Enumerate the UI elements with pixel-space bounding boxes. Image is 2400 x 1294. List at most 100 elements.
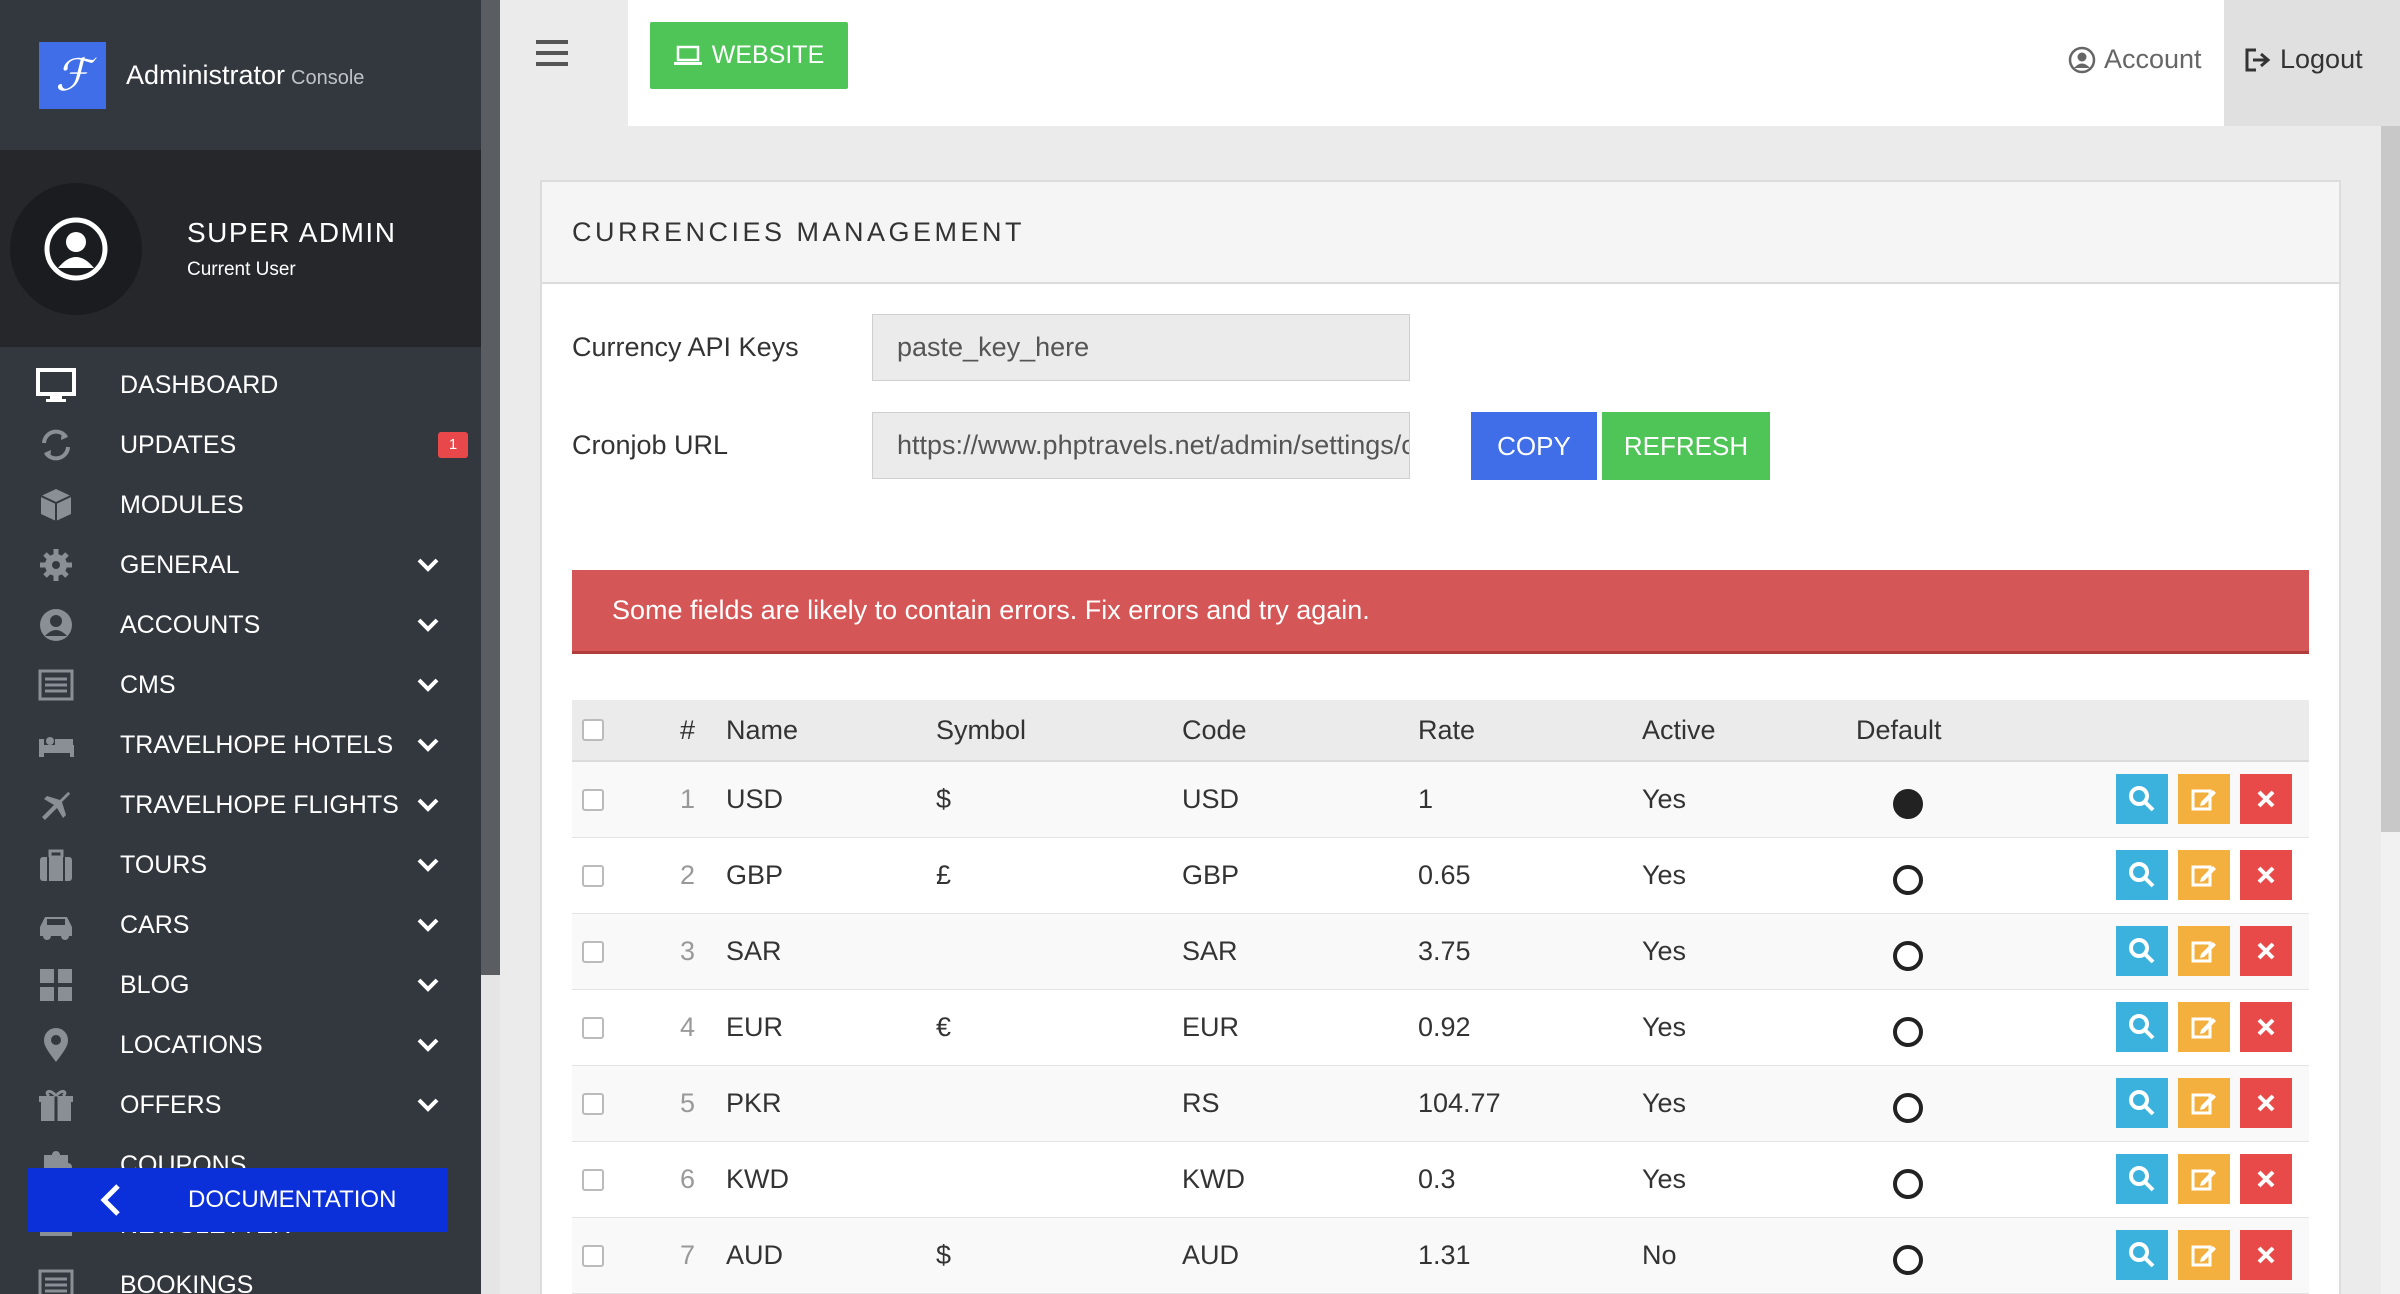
header-symbol[interactable]: Symbol (936, 700, 1026, 760)
sidebar-item-blog[interactable]: BLOG (0, 955, 481, 1015)
cronjob-url-input[interactable] (872, 412, 1410, 479)
view-button[interactable] (2116, 774, 2168, 824)
sidebar-item-locations[interactable]: LOCATIONS (0, 1015, 481, 1075)
edit-button[interactable] (2178, 1230, 2230, 1280)
default-radio[interactable] (1893, 864, 1923, 895)
default-radio[interactable] (1893, 1168, 1923, 1199)
row-default-cell (1893, 838, 1923, 913)
sidebar-scrollbar[interactable] (481, 0, 500, 1294)
edit-button[interactable] (2178, 774, 2230, 824)
sidebar-item-dashboard[interactable]: DASHBOARD (0, 355, 481, 415)
edit-button[interactable] (2178, 1154, 2230, 1204)
view-button[interactable] (2116, 926, 2168, 976)
view-button[interactable] (2116, 1078, 2168, 1128)
sidebar-item-general[interactable]: GENERAL (0, 535, 481, 595)
row-checkbox[interactable] (582, 1244, 604, 1267)
brand-logo[interactable]: ℱ (39, 41, 106, 109)
view-button[interactable] (2116, 1230, 2168, 1280)
delete-button[interactable] (2240, 1154, 2292, 1204)
sidebar-scrollbar-thumb[interactable] (481, 0, 500, 975)
api-keys-input[interactable] (872, 314, 1410, 381)
sidebar-item-updates[interactable]: UPDATES 1 (0, 415, 481, 475)
default-radio[interactable] (1893, 940, 1923, 971)
row-select-cell (582, 1142, 604, 1217)
edit-button[interactable] (2178, 850, 2230, 900)
header-active[interactable]: Active (1642, 700, 1716, 760)
sidebar-item-label: GENERAL (120, 550, 240, 579)
logout-label: Logout (2280, 44, 2363, 74)
documentation-button[interactable]: DOCUMENTATION (28, 1168, 448, 1232)
sidebar-item-tours[interactable]: TOURS (0, 835, 481, 895)
sidebar-item-modules[interactable]: MODULES (0, 475, 481, 535)
row-rate: 1.31 (1418, 1240, 1471, 1270)
row-active: Yes (1642, 860, 1687, 890)
edit-button[interactable] (2178, 1078, 2230, 1128)
table-row: 4 EUR € EUR 0.92 Yes (572, 990, 2309, 1066)
close-icon (2257, 942, 2275, 960)
row-code: EUR (1182, 1012, 1240, 1042)
header-code[interactable]: Code (1182, 700, 1247, 760)
sidebar-item-accounts[interactable]: ACCOUNTS (0, 595, 481, 655)
header-rate[interactable]: Rate (1418, 700, 1475, 760)
row-default-cell (1893, 914, 1923, 989)
row-checkbox[interactable] (582, 1168, 604, 1191)
delete-button[interactable] (2240, 926, 2292, 976)
row-checkbox[interactable] (582, 788, 604, 811)
header-default[interactable]: Default (1856, 700, 1942, 760)
avatar[interactable] (10, 182, 142, 315)
logout-link[interactable]: Logout (2244, 44, 2363, 75)
documentation-label: DOCUMENTATION (188, 1186, 397, 1213)
edit-button[interactable] (2178, 1002, 2230, 1052)
sidebar-item-label: DASHBOARD (120, 370, 279, 399)
default-radio[interactable] (1893, 1016, 1923, 1047)
close-icon (2257, 866, 2275, 884)
edit-icon (2191, 1093, 2216, 1115)
edit-button[interactable] (2178, 926, 2230, 976)
suitcase-icon (40, 849, 72, 881)
delete-button[interactable] (2240, 1078, 2292, 1128)
sidebar-item-offers[interactable]: OFFERS (0, 1075, 481, 1135)
sidebar-item-label: UPDATES (120, 430, 237, 459)
website-label: WEBSITE (711, 41, 825, 69)
row-checkbox[interactable] (582, 864, 604, 887)
delete-button[interactable] (2240, 850, 2292, 900)
row-select-cell (582, 838, 604, 913)
select-all-checkbox[interactable] (582, 719, 604, 741)
account-link[interactable]: Account (2068, 44, 2202, 75)
sidebar-item-cars[interactable]: CARS (0, 895, 481, 955)
refresh-button[interactable]: REFRESH (1602, 412, 1770, 480)
row-checkbox[interactable] (582, 1092, 604, 1115)
view-button[interactable] (2116, 850, 2168, 900)
view-button[interactable] (2116, 1154, 2168, 1204)
row-checkbox[interactable] (582, 940, 604, 963)
sidebar-item-bookings[interactable]: BOOKINGS (0, 1255, 481, 1294)
gear-icon (40, 549, 72, 581)
sidebar-item-travelhope-flights[interactable]: TRAVELHOPE FLIGHTS (0, 775, 481, 835)
delete-button[interactable] (2240, 1230, 2292, 1280)
row-select-cell (582, 1066, 604, 1141)
currencies-table: # Name Symbol Code Rate Active Default 1… (572, 700, 2309, 1294)
header-name[interactable]: Name (726, 700, 798, 760)
row-name: SAR (726, 936, 782, 966)
delete-button[interactable] (2240, 1002, 2292, 1052)
default-radio[interactable] (1893, 1244, 1923, 1275)
row-code: GBP (1182, 860, 1240, 890)
edit-icon (2191, 941, 2216, 963)
row-num: 3 (680, 936, 696, 966)
page-scrollbar[interactable] (2381, 126, 2400, 1294)
row-name: KWD (726, 1164, 789, 1194)
default-radio[interactable] (1893, 788, 1923, 819)
row-checkbox[interactable] (582, 1016, 604, 1039)
default-radio[interactable] (1893, 1092, 1923, 1123)
sidebar-item-cms[interactable]: CMS (0, 655, 481, 715)
sidebar-item-label: TRAVELHOPE FLIGHTS (120, 790, 399, 819)
sidebar-item-travelhope-hotels[interactable]: TRAVELHOPE HOTELS (0, 715, 481, 775)
view-button[interactable] (2116, 1002, 2168, 1052)
website-button[interactable]: WEBSITE (650, 22, 848, 89)
hamburger-icon[interactable] (536, 40, 568, 66)
sidebar: ℱ Administrator Console SUPER ADMIN Curre… (0, 0, 481, 1294)
row-num: 7 (680, 1240, 696, 1270)
delete-button[interactable] (2240, 774, 2292, 824)
page-scrollbar-thumb[interactable] (2381, 126, 2400, 832)
copy-button[interactable]: COPY (1471, 412, 1597, 480)
